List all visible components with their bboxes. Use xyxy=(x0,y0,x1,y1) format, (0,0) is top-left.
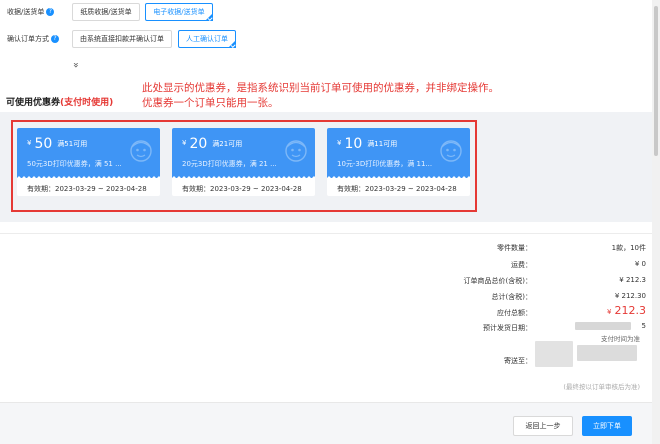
delivery-note: 支付时间为准 xyxy=(601,335,640,343)
goods-total-value: ¥ 212.3 xyxy=(619,276,646,284)
selected-check-icon xyxy=(228,40,236,48)
ship-to-label: 寄送至： xyxy=(504,357,532,365)
confirm-method-label: 确认订单方式? xyxy=(7,34,59,44)
receipt-option-electronic[interactable]: 电子收据/送货单 xyxy=(145,3,213,21)
help-icon[interactable]: ? xyxy=(51,35,59,43)
expand-chevron-icon[interactable]: » xyxy=(70,62,81,68)
place-order-button[interactable]: 立即下单 xyxy=(582,416,632,436)
total-value: ¥ 212.30 xyxy=(614,292,646,300)
coupons-section-title: 可使用优惠券(支付时使用) xyxy=(6,98,114,108)
receipt-label: 收据/送货单? xyxy=(7,7,55,17)
final-review-note: (最终按以订单审核后为准) xyxy=(563,383,640,391)
confirm-option-manual[interactable]: 人工确认订单 xyxy=(178,30,236,48)
redacted-block xyxy=(577,345,637,361)
parts-count-value: 1款，10件 xyxy=(611,244,646,252)
redacted-block xyxy=(535,341,573,367)
receipt-option-paper[interactable]: 纸质收据/送货单 xyxy=(72,3,140,21)
help-icon[interactable]: ? xyxy=(46,8,55,16)
delivery-date-value: 5 xyxy=(641,322,646,330)
annotation-note: 此处显示的优惠券，是指系统识别当前订单可使用的优惠券，并非绑定操作。 优惠券一个… xyxy=(142,82,499,109)
section-divider xyxy=(0,233,652,234)
annotation-highlight-box xyxy=(11,120,477,212)
payable-value: ¥212.3 xyxy=(607,304,646,317)
scrollbar-thumb[interactable] xyxy=(654,6,658,156)
shipping-value: ¥ 0 xyxy=(634,260,646,268)
confirm-option-auto[interactable]: 由系统直接扣款并确认订单 xyxy=(72,30,172,48)
selected-check-icon xyxy=(205,13,213,21)
back-button[interactable]: 返回上一步 xyxy=(513,416,573,436)
